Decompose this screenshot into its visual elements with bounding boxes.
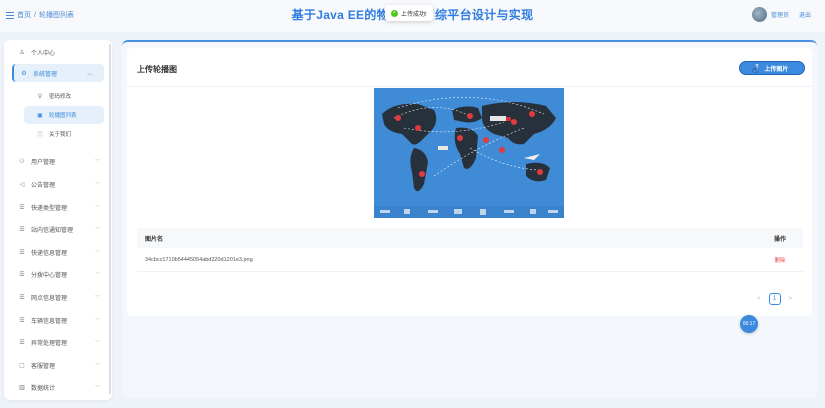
- mouse-cursor-icon: ☝: [752, 65, 759, 76]
- column-header-action: 操作: [773, 236, 786, 243]
- chevron-down-icon: ﹀: [94, 271, 100, 278]
- list-icon: ☰: [19, 271, 25, 278]
- sidebar-item-messages[interactable]: ☰ 站内信通知管理 ﹀: [4, 220, 112, 238]
- prev-page-button[interactable]: <: [757, 296, 761, 302]
- sidebar-item-vehicles[interactable]: ☰ 车辆信息管理 ﹀: [4, 311, 112, 329]
- chevron-down-icon: ﹀: [94, 317, 100, 324]
- list-icon: ☰: [19, 226, 25, 233]
- image-table: 图片名 操作 34cbcc1710b54445054abd220d1201e3.…: [137, 228, 803, 272]
- sidebar-subitem-carousel[interactable]: ▣ 轮播图列表: [24, 106, 104, 124]
- chevron-down-icon: ﹀: [94, 204, 100, 211]
- table-header: 图片名 操作: [137, 228, 803, 248]
- list-icon: ☰: [19, 317, 25, 324]
- info-icon: ⓘ: [36, 132, 43, 139]
- next-page-button[interactable]: >: [789, 296, 793, 302]
- app-title-left: 基于Java EE的物: [291, 8, 389, 22]
- chevron-down-icon: ﹀: [94, 181, 100, 188]
- world-map-image: [374, 88, 564, 218]
- key-icon: ⚲: [37, 93, 43, 100]
- sidebar-item-profile[interactable]: ♙ 个人中心: [4, 43, 112, 61]
- sidebar-item-statistics[interactable]: ▥ 数据统计 ﹀: [4, 378, 112, 396]
- page-1-button[interactable]: 1: [768, 293, 781, 305]
- column-header-name: 图片名: [145, 236, 164, 243]
- chevron-down-icon: ﹀: [94, 294, 100, 301]
- app-title-right: 综平台设计与实现: [434, 8, 534, 22]
- pagination: < 1 >: [757, 293, 792, 305]
- sidebar-item-express-types[interactable]: ☰ 快递类型管理 ﹀: [4, 198, 112, 216]
- avatar[interactable]: [751, 7, 767, 22]
- chevron-up-icon: ︿: [86, 70, 92, 77]
- sidebar-subitem-about[interactable]: ⓘ 关于我们: [24, 125, 104, 143]
- sidebar-item-distribution[interactable]: ☰ 分拨中心管理 ﹀: [4, 265, 112, 283]
- upload-image-button[interactable]: ⤒ 上传图片: [739, 61, 805, 75]
- user-name[interactable]: 管理员: [771, 10, 789, 19]
- toast-text: 上传成功!: [401, 11, 427, 18]
- list-icon: ☰: [19, 339, 25, 346]
- panel-divider: [127, 86, 812, 87]
- sidebar-item-users[interactable]: ⚇ 用户管理 ﹀: [4, 152, 112, 170]
- sidebar-item-service[interactable]: ▢ 客服管理 ﹀: [4, 356, 112, 374]
- speaker-icon: ◁: [19, 181, 25, 188]
- sidebar-item-exceptions[interactable]: ☰ 异常处理管理 ﹀: [4, 333, 112, 351]
- sidebar-scrollbar[interactable]: [109, 44, 111, 394]
- sidebar-item-outlets[interactable]: ☰ 网点信息管理 ﹀: [4, 288, 112, 306]
- sidebar: ♙ 个人中心 ⚙ 系统管理 ︿ ⚲ 密码修改 ▣ 轮播图列表 ⓘ 关于我们 ⚇ 用户管理 ﹀ ◁…: [4, 40, 112, 400]
- recording-timer[interactable]: 00:17: [740, 315, 758, 333]
- chevron-down-icon: ﹀: [94, 362, 100, 369]
- sidebar-item-express-info[interactable]: ☰ 快递信息管理 ﹀: [4, 243, 112, 261]
- chevron-down-icon: ﹀: [94, 226, 100, 233]
- user-area: 管理员 退出: [751, 7, 811, 22]
- delete-button[interactable]: 删除: [765, 256, 795, 264]
- chevron-down-icon: ﹀: [94, 339, 100, 346]
- list-icon: ☰: [19, 204, 25, 211]
- panel-title: 上传轮播图: [137, 65, 177, 74]
- list-icon: ☰: [19, 249, 25, 256]
- logout-link[interactable]: 退出: [799, 10, 811, 19]
- sidebar-item-system[interactable]: ⚙ 系统管理 ︿: [12, 64, 104, 82]
- sidebar-item-notices[interactable]: ◁ 公告管理 ﹀: [4, 175, 112, 193]
- list-icon: ☰: [19, 294, 25, 301]
- upload-panel: 上传轮播图 ⤒ 上传图片 图片名 操作 34cbcc1710b54445054a…: [127, 48, 812, 316]
- chevron-down-icon: ﹀: [94, 384, 100, 391]
- users-icon: ⚇: [19, 158, 25, 165]
- image-icon: ▣: [37, 112, 43, 119]
- gear-icon: ⚙: [21, 70, 27, 77]
- chevron-down-icon: ﹀: [94, 249, 100, 256]
- chart-icon: ▥: [19, 384, 25, 391]
- main-content: 上传轮播图 ⤒ 上传图片 图片名 操作 34cbcc1710b54445054a…: [122, 40, 817, 398]
- success-toast: ✓ 上传成功!: [385, 5, 433, 21]
- table-row: 34cbcc1710b54445054abd220d1201e3.png 删除: [137, 248, 803, 272]
- check-circle-icon: ✓: [391, 9, 398, 17]
- image-filename: 34cbcc1710b54445054abd220d1201e3.png: [145, 256, 253, 263]
- carousel-image-preview: [374, 88, 564, 218]
- chat-icon: ▢: [19, 362, 25, 369]
- user-icon: ♙: [19, 49, 25, 56]
- sidebar-subitem-password[interactable]: ⚲ 密码修改: [24, 87, 104, 105]
- chevron-down-icon: ﹀: [94, 158, 100, 165]
